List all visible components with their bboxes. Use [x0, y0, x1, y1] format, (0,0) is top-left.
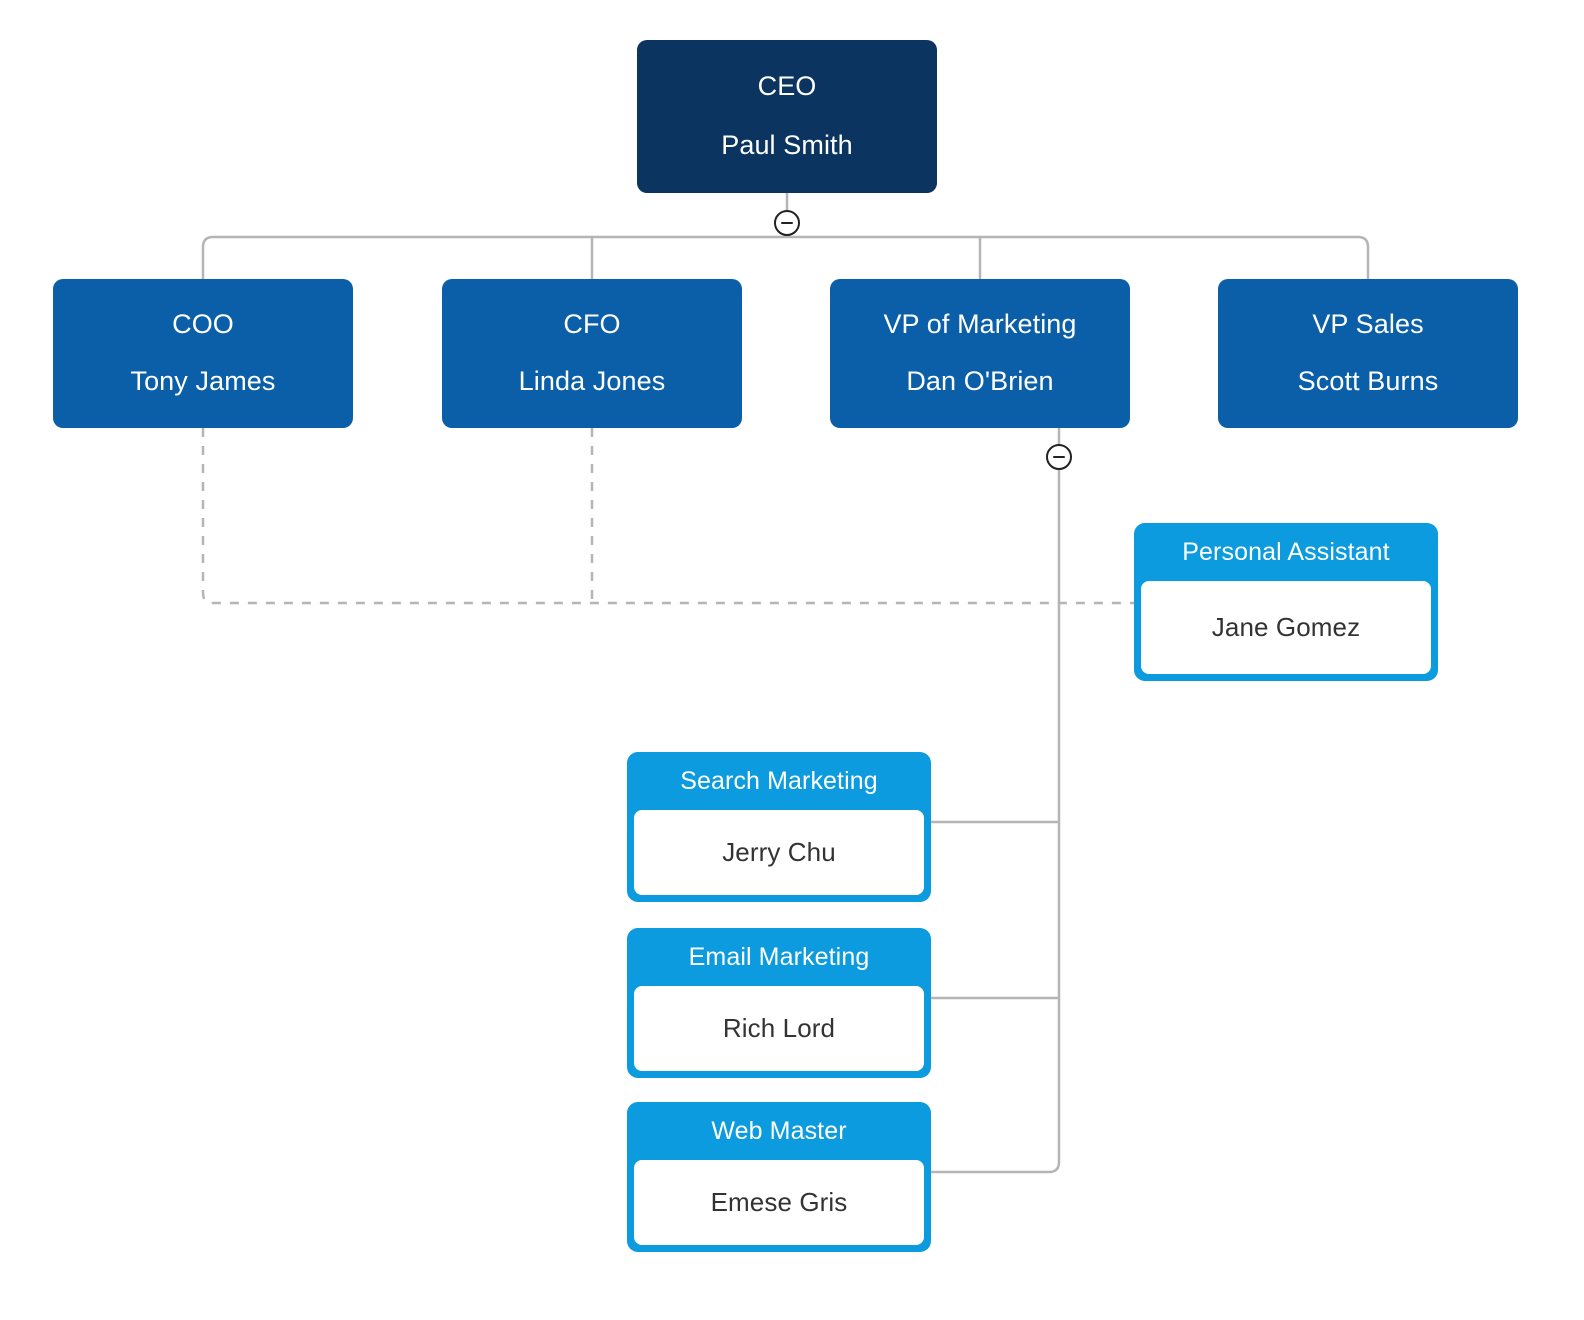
- node-web-master-name: Emese Gris: [634, 1160, 924, 1245]
- node-cfo[interactable]: CFO Linda Jones: [442, 279, 742, 428]
- node-web-master-title: Web Master: [711, 1116, 847, 1145]
- node-coo-title: COO: [172, 309, 234, 340]
- node-search-marketing-title: Search Marketing: [680, 766, 878, 795]
- node-cfo-title: CFO: [563, 309, 621, 340]
- node-vp-marketing-title: VP of Marketing: [883, 309, 1077, 340]
- node-vp-sales-title: VP Sales: [1312, 309, 1424, 340]
- node-ceo-name: Paul Smith: [721, 129, 853, 160]
- node-email-marketing-name: Rich Lord: [634, 986, 924, 1071]
- node-search-marketing[interactable]: Search Marketing Jerry Chu: [627, 752, 931, 902]
- node-cfo-name: Linda Jones: [518, 365, 666, 396]
- org-chart-canvas: CEO Paul Smith COO Tony James CFO Linda …: [0, 0, 1584, 1320]
- minus-circle-icon: [1053, 456, 1065, 458]
- ceo-collapse-toggle[interactable]: [774, 210, 800, 236]
- node-personal-assistant-title: Personal Assistant: [1182, 537, 1390, 566]
- node-web-master[interactable]: Web Master Emese Gris: [627, 1102, 931, 1252]
- vp-marketing-collapse-toggle[interactable]: [1046, 444, 1072, 470]
- node-email-marketing-title: Email Marketing: [688, 942, 870, 971]
- node-ceo-title: CEO: [757, 71, 817, 102]
- node-personal-assistant[interactable]: Personal Assistant Jane Gomez: [1134, 523, 1438, 681]
- node-vp-sales[interactable]: VP Sales Scott Burns: [1218, 279, 1518, 428]
- node-coo-name: Tony James: [130, 365, 276, 396]
- node-vp-sales-name: Scott Burns: [1297, 365, 1439, 396]
- node-search-marketing-name: Jerry Chu: [634, 810, 924, 895]
- node-personal-assistant-name: Jane Gomez: [1141, 581, 1431, 674]
- node-ceo[interactable]: CEO Paul Smith: [637, 40, 937, 193]
- node-coo[interactable]: COO Tony James: [53, 279, 353, 428]
- connector-bus-level2: [201, 235, 1370, 279]
- node-vp-marketing-name: Dan O'Brien: [906, 365, 1054, 396]
- minus-circle-icon: [781, 222, 793, 224]
- node-email-marketing[interactable]: Email Marketing Rich Lord: [627, 928, 931, 1078]
- connector-vp-marketing-trunk: [931, 428, 1061, 1174]
- connector-assistant-dashed: [201, 428, 1140, 605]
- node-vp-marketing[interactable]: VP of Marketing Dan O'Brien: [830, 279, 1130, 428]
